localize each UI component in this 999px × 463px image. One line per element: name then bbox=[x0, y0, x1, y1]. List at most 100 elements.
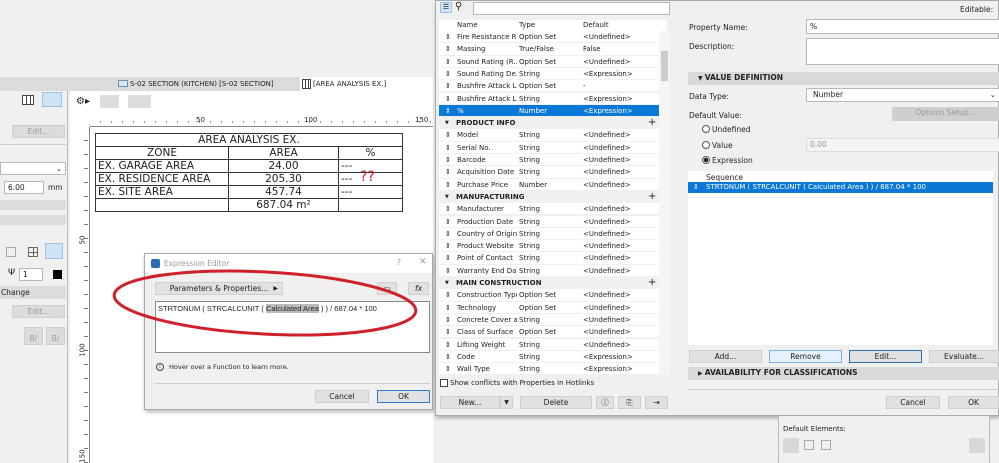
drag-handle-icon[interactable]: ⇕ bbox=[445, 252, 451, 264]
data-type-select[interactable]: Number ⌄ bbox=[806, 88, 999, 102]
evaluate-button[interactable]: Evaluate... bbox=[929, 350, 999, 363]
property-row[interactable]: ⇕ Product Website String <Undefined> bbox=[439, 240, 659, 253]
drag-handle-icon[interactable]: ⇕ bbox=[445, 80, 451, 92]
list-view-icon[interactable] bbox=[22, 95, 34, 105]
element-icon[interactable] bbox=[783, 438, 799, 453]
property-group[interactable]: ▼ MANUFACTURING + bbox=[439, 190, 659, 204]
close-icon[interactable]: ✕ bbox=[419, 257, 427, 267]
search-icon[interactable]: ⚲ bbox=[455, 1, 462, 12]
search-input[interactable] bbox=[473, 2, 670, 15]
area-schedule-table[interactable]: AREA ANALYSIS EX. ZONE AREA% EX. GARAGE A… bbox=[95, 133, 403, 212]
border-icon[interactable] bbox=[6, 247, 16, 257]
drag-handle-icon[interactable]: ⇕ bbox=[445, 228, 451, 240]
property-row[interactable]: ⇕% Number <Expression> bbox=[439, 104, 659, 118]
property-row[interactable]: ⇕ Fire Resistance R... Option Set <Undefine… bbox=[439, 31, 659, 44]
property-row[interactable]: ⇕ Model String <Undefined> bbox=[439, 129, 659, 142]
property-row[interactable]: ⇕ Point of Contact String <Undefined> bbox=[439, 252, 659, 265]
property-row[interactable]: ⇕ Wall Type String <Expression> bbox=[439, 363, 659, 376]
element-icon[interactable] bbox=[804, 440, 814, 450]
tree-view-icon[interactable]: ☰ bbox=[440, 2, 452, 13]
edit-button[interactable]: Edit... bbox=[12, 125, 65, 138]
column-type[interactable]: Type bbox=[519, 20, 535, 31]
folder-icon[interactable] bbox=[969, 438, 985, 453]
radio-value[interactable] bbox=[702, 141, 710, 149]
drag-handle-icon[interactable]: ⇕ bbox=[445, 129, 451, 141]
drag-handle-icon[interactable]: ⇕ bbox=[445, 93, 451, 105]
radio-expression[interactable] bbox=[702, 156, 710, 164]
new-dropdown-button[interactable]: ▼ bbox=[500, 396, 513, 409]
property-row[interactable]: ⇕ Lifting Weight String <Undefined> bbox=[439, 338, 659, 351]
undo-button[interactable]: B/ bbox=[24, 327, 43, 345]
property-group[interactable]: ▼ MAIN CONSTRUCTION + bbox=[439, 277, 659, 290]
property-row[interactable]: ⇕ Concrete Cover a...String <Undefined> bbox=[439, 313, 659, 327]
radio-undefined[interactable] bbox=[702, 125, 710, 133]
drag-handle-icon[interactable]: ⇕ bbox=[445, 68, 451, 80]
tab-section[interactable]: S-02 SECTION (KITCHEN) [S-02 SECTION] bbox=[115, 77, 300, 91]
color-swatch[interactable] bbox=[53, 270, 62, 279]
drag-handle-icon[interactable]: ⇕ bbox=[445, 166, 451, 178]
grid-icon[interactable] bbox=[28, 247, 38, 257]
thickness-input[interactable]: 6.00 bbox=[4, 181, 44, 194]
property-row[interactable]: ⇕ Acquisition Date String <Undefined> bbox=[439, 166, 659, 179]
cancel-button[interactable]: Cancel bbox=[886, 396, 940, 409]
property-row[interactable]: ⇕ Manufacturer String <Undefined> bbox=[439, 203, 659, 216]
availability-section[interactable]: ▶ AVAILABILITY FOR CLASSIFICATIONS bbox=[688, 367, 999, 380]
property-row[interactable]: ⇕ Massing True/False False bbox=[439, 43, 659, 56]
import-button[interactable]: ⎘ bbox=[618, 396, 641, 409]
add-button[interactable]: Add... bbox=[689, 350, 762, 363]
property-row[interactable]: ⇕ Production Date String <Undefined> bbox=[439, 215, 659, 228]
column-name[interactable]: Name bbox=[457, 20, 478, 31]
element-icon[interactable] bbox=[821, 440, 831, 450]
drag-handle-icon[interactable]: ⇕ bbox=[445, 43, 451, 55]
options-setup-button[interactable]: Options Setup... bbox=[892, 107, 999, 121]
property-row[interactable]: ⇕ Barcode String <Undefined> bbox=[439, 154, 659, 167]
drag-handle-icon[interactable]: ⇕ bbox=[445, 302, 451, 314]
toolbar-button[interactable] bbox=[100, 95, 119, 108]
export-button[interactable]: ⇥ bbox=[645, 396, 668, 409]
sequence-list[interactable]: Sequence ⇕ STRTONUM ( STRCALCUNIT ( Calcu… bbox=[688, 171, 993, 345]
description-textarea[interactable] bbox=[806, 38, 999, 65]
drag-handle-icon[interactable]: ⇕ bbox=[445, 216, 451, 228]
property-row[interactable]: ⇕ Serial No. String <Undefined> bbox=[439, 141, 659, 154]
redo-button[interactable]: B/ bbox=[46, 327, 65, 345]
grid-view-icon[interactable] bbox=[42, 92, 62, 107]
value-input[interactable]: 0.00 bbox=[806, 138, 999, 152]
drag-handle-icon[interactable]: ⇕ bbox=[445, 240, 451, 252]
drag-handle-icon[interactable]: ⇕ bbox=[445, 363, 451, 375]
property-row[interactable]: ⇕ Country of Origin String <Undefined> bbox=[439, 227, 659, 241]
drag-handle-icon[interactable]: ⇕ bbox=[445, 289, 451, 301]
cancel-button[interactable]: Cancel bbox=[315, 390, 369, 403]
property-row[interactable]: ⇕ Bushfire Attack L... String <Expression> bbox=[439, 92, 659, 105]
pen-input[interactable]: 1 bbox=[19, 268, 43, 281]
property-row[interactable]: ⇕ Purchase Price Number <Undefined> bbox=[439, 178, 659, 191]
new-button[interactable]: New... bbox=[440, 396, 500, 409]
delete-button[interactable]: Delete bbox=[520, 396, 592, 409]
column-default[interactable]: Default bbox=[583, 20, 609, 31]
drag-handle-icon[interactable]: ⇕ bbox=[445, 203, 451, 215]
drag-handle-icon[interactable]: ⇕ bbox=[445, 154, 451, 166]
property-row[interactable]: ⇕ Sound Rating (R... Option Set <Undefined> bbox=[439, 55, 659, 68]
drag-handle-icon[interactable]: ⇕ bbox=[445, 56, 451, 68]
grid-all-icon[interactable] bbox=[45, 243, 63, 259]
drag-handle-icon[interactable]: ⇕ bbox=[445, 265, 451, 277]
ok-button[interactable]: OK bbox=[948, 396, 999, 409]
dropdown[interactable]: ⌄ bbox=[0, 162, 66, 175]
drag-handle-icon[interactable]: ⇕ bbox=[445, 351, 451, 363]
property-row[interactable]: ⇕ Bushfire Attack L... Option Set - bbox=[439, 80, 659, 93]
property-name-input[interactable]: % bbox=[806, 19, 999, 34]
property-row[interactable]: ⇕ Construction Type Option Set <Undefined> bbox=[439, 289, 659, 302]
drag-handle-icon[interactable]: ⇕ bbox=[445, 105, 451, 117]
edit-button-2[interactable]: Edit... bbox=[12, 305, 65, 318]
property-row[interactable]: ⇕ Sound Rating De... String <Expression> bbox=[439, 67, 659, 81]
sequence-row-selected[interactable]: ⇕ STRTONUM ( STRCALCUNIT ( Calculated Are… bbox=[688, 182, 993, 193]
property-row[interactable]: ⇕ Class of Surface Option Set <Undefined> bbox=[439, 326, 659, 339]
property-row[interactable]: ⇕ Code String <Expression> bbox=[439, 350, 659, 364]
settings-gear-icon[interactable]: ⚙▸ bbox=[76, 96, 91, 107]
scrollbar-thumb[interactable] bbox=[661, 51, 668, 81]
add-icon[interactable]: + bbox=[648, 277, 656, 289]
toolbar-button[interactable] bbox=[128, 95, 151, 108]
edit-button-seq[interactable]: Edit... bbox=[849, 350, 922, 363]
drag-handle-icon[interactable]: ⇕ bbox=[445, 31, 451, 43]
drag-handle-icon[interactable]: ⇕ bbox=[445, 179, 451, 191]
show-conflicts-checkbox[interactable] bbox=[440, 379, 448, 387]
